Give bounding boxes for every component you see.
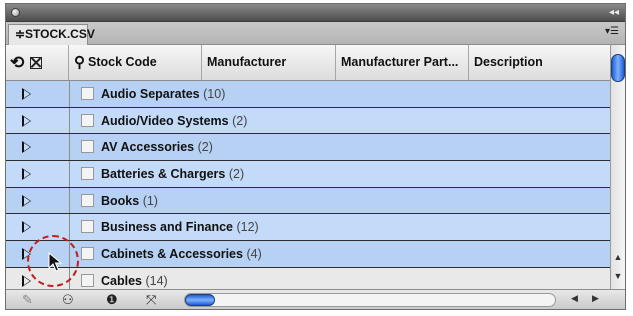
column-label: Manufacturer — [207, 55, 287, 69]
column-stock-code[interactable]: ⚲ Stock Code — [69, 45, 202, 80]
footer-toolbar: ✎ ⚇ ❶ ⤧ ◀ ▶ — [6, 289, 625, 309]
row-checkbox[interactable] — [81, 87, 94, 100]
tab-bar: ≑STOCK.CSV ▾☰ — [6, 22, 625, 45]
list-item[interactable]: Audio Separates (10) — [6, 81, 610, 108]
list-item[interactable]: Cabinets & Accessories (4) — [6, 241, 610, 268]
disclosure-triangle-icon[interactable] — [22, 88, 31, 100]
row-checkbox[interactable] — [81, 247, 94, 261]
row-label: Audio/Video Systems (2) — [101, 113, 248, 128]
binoculars-icon[interactable]: ⚇ — [62, 292, 74, 308]
scroll-right-arrow-icon[interactable]: ▶ — [592, 293, 599, 304]
scroll-down-arrow-icon[interactable]: ▼ — [613, 271, 623, 281]
close-button[interactable] — [11, 8, 20, 17]
list-item[interactable]: Batteries & Chargers (2) — [6, 161, 610, 188]
horizontal-scrollbar[interactable] — [184, 293, 556, 307]
title-bar: ◂◂ — [6, 4, 625, 22]
key-icon: ⚲ — [74, 54, 85, 72]
row-label: AV Accessories (2) — [101, 140, 213, 155]
panel-menu-icon[interactable]: ▾☰ — [605, 26, 619, 37]
collapse-button[interactable]: ◂◂ — [609, 6, 619, 20]
column-header: ⟲ ⚲ Stock Code Manufacturer Manufacturer … — [6, 45, 610, 81]
pencil-icon[interactable]: ✎ — [22, 292, 33, 308]
vertical-scrollbar[interactable]: ▲ ▼ — [610, 45, 625, 290]
column-description[interactable]: Description — [469, 45, 610, 80]
scroll-thumb[interactable] — [611, 54, 625, 82]
scroll-left-arrow-icon[interactable]: ◀ — [571, 293, 578, 304]
select-all-checkbox-icon[interactable] — [29, 56, 42, 69]
list-item[interactable]: AV Accessories (2) — [6, 134, 610, 162]
list-item[interactable]: Audio/Video Systems (2) — [6, 107, 610, 135]
row-checkbox[interactable] — [81, 140, 94, 154]
mouse-pointer-icon — [48, 252, 63, 272]
column-label: Manufacturer Part... — [341, 55, 459, 69]
row-label: Business and Finance (12) — [101, 220, 259, 235]
row-label: Audio Separates (10) — [101, 87, 226, 101]
column-label: Description — [474, 55, 543, 69]
column-manufacturer[interactable]: Manufacturer — [202, 45, 336, 80]
row-label: Cabinets & Accessories (4) — [101, 247, 262, 262]
tab-stock-csv[interactable]: ≑STOCK.CSV — [8, 24, 95, 45]
column-manufacturer-part[interactable]: Manufacturer Part... — [336, 45, 469, 80]
disclosure-triangle-icon[interactable] — [22, 114, 31, 127]
disclosure-triangle-icon[interactable] — [22, 168, 31, 181]
row-label: Books (1) — [101, 193, 158, 208]
row-checkbox[interactable] — [81, 273, 94, 287]
scroll-thumb[interactable] — [185, 294, 215, 306]
category-list: Audio Separates (10) Audio/Video Systems… — [6, 81, 610, 295]
info-icon[interactable]: ❶ — [106, 292, 118, 308]
disclosure-triangle-icon[interactable] — [22, 194, 31, 207]
list-item[interactable]: Business and Finance (12) — [6, 214, 610, 242]
scroll-up-arrow-icon[interactable]: ▲ — [613, 252, 623, 262]
row-label: Batteries & Chargers (2) — [101, 167, 245, 182]
header-controls: ⟲ — [6, 45, 69, 80]
disclosure-triangle-icon[interactable] — [22, 274, 31, 287]
panel-window: ◂◂ ≑STOCK.CSV ▾☰ ⟲ ⚲ Stock Code Manufactu… — [5, 3, 626, 310]
list-item[interactable]: Books (1) — [6, 187, 610, 215]
shrink-icon[interactable]: ⤧ — [146, 292, 156, 308]
row-checkbox[interactable] — [81, 167, 94, 181]
row-checkbox[interactable] — [81, 113, 94, 127]
row-checkbox[interactable] — [81, 220, 94, 234]
sync-icon[interactable]: ⟲ — [10, 45, 24, 80]
disclosure-triangle-icon[interactable] — [22, 141, 31, 154]
column-label: Stock Code — [88, 55, 157, 69]
disclosure-triangle-icon[interactable] — [22, 221, 31, 234]
row-checkbox[interactable] — [81, 193, 94, 207]
